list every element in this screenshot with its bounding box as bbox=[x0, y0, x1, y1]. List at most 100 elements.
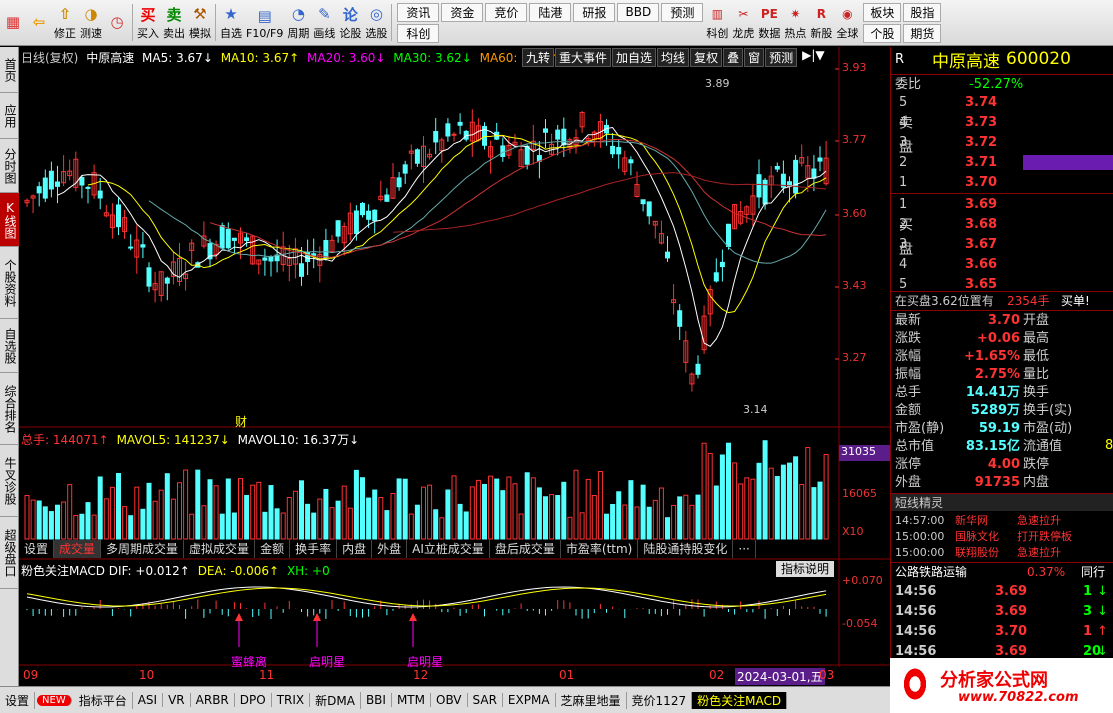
back-button[interactable]: ⇦ bbox=[26, 0, 52, 45]
subtab-12[interactable]: ··· bbox=[733, 540, 756, 558]
watchlist-button[interactable]: ★ 自选 bbox=[218, 0, 244, 45]
volume-bar bbox=[512, 483, 518, 540]
bottom-tab-12[interactable]: SAR bbox=[468, 693, 503, 707]
volume-bar bbox=[518, 513, 524, 540]
buy-level-num: 3 bbox=[899, 237, 908, 252]
select-stock-button[interactable]: ◎ 选股 bbox=[363, 0, 389, 45]
sidebar-item-2[interactable]: 分时图 bbox=[0, 139, 19, 193]
grid-button-4[interactable]: 研报 bbox=[573, 2, 616, 22]
grid-button-1[interactable]: 资金 bbox=[441, 2, 484, 22]
draw-button[interactable]: ✎ 画线 bbox=[311, 0, 337, 45]
subtab-5[interactable]: 换手率 bbox=[290, 540, 338, 558]
subtab-6[interactable]: 内盘 bbox=[337, 540, 373, 558]
bottom-tab-15[interactable]: 竞价1127 bbox=[627, 691, 693, 709]
sector-tab[interactable]: 同行 bbox=[1081, 563, 1105, 582]
price-axis-label: 3.93 bbox=[842, 61, 867, 74]
sidebar-item-6[interactable]: 综合排名 bbox=[0, 373, 19, 445]
bottom-tab-5[interactable]: ARBR bbox=[191, 693, 235, 707]
volume-bar bbox=[183, 469, 189, 540]
bottom-tab-6[interactable]: DPO bbox=[235, 693, 272, 707]
news-row[interactable]: 15:00:00 国脉文化 打开跌停板 bbox=[891, 529, 1113, 545]
indicator-help-button[interactable]: 指标说明 bbox=[776, 561, 835, 577]
grid2-button-1[interactable]: 股指 bbox=[903, 2, 942, 22]
grid-button-2[interactable]: 竞价 bbox=[485, 2, 528, 22]
volume-bar bbox=[488, 475, 494, 540]
period-button[interactable]: ◔ 周期 bbox=[285, 0, 311, 45]
volume-bar bbox=[170, 498, 176, 540]
bottom-tab-4[interactable]: VR bbox=[163, 693, 191, 707]
weibi-label: 委比 bbox=[895, 77, 922, 92]
candle-body bbox=[353, 210, 359, 234]
grid-button-7[interactable]: 科创 bbox=[397, 23, 440, 43]
sidebar-item-7[interactable]: 牛叉诊股 bbox=[0, 445, 19, 517]
bottom-tab-3[interactable]: ASI bbox=[133, 693, 164, 707]
clock-button[interactable]: ◷ bbox=[104, 0, 130, 45]
grid-button-6[interactable]: 预测 bbox=[661, 2, 704, 22]
quote-right-label: 最高 bbox=[1023, 331, 1050, 346]
buy-button[interactable]: 买买入 bbox=[135, 0, 161, 45]
subtab-10[interactable]: 市盈率(ttm) bbox=[561, 540, 639, 558]
grid2-button-2[interactable]: 个股 bbox=[863, 23, 902, 43]
bottom-tab-13[interactable]: EXPMA bbox=[503, 693, 556, 707]
subtab-2[interactable]: 多周期成交量 bbox=[101, 540, 185, 558]
volume-bar bbox=[658, 487, 664, 540]
volume-bar bbox=[311, 512, 317, 540]
subtab-9[interactable]: 盘后成交量 bbox=[490, 540, 561, 558]
volume-bar bbox=[805, 446, 811, 540]
simulate-button[interactable]: ⚒ 模拟 bbox=[187, 0, 213, 45]
subtab-3[interactable]: 虚拟成交量 bbox=[184, 540, 256, 558]
kline-chart-panel[interactable]: 日线(复权) 中原高速 MA5: 3.67↓ MA10: 3.67↑ MA20:… bbox=[19, 47, 890, 686]
menu-button[interactable]: ▦ bbox=[0, 0, 26, 45]
bottom-tab-0[interactable]: 设置 bbox=[0, 691, 36, 709]
kechuang-button[interactable]: ▥ 科创 bbox=[704, 0, 730, 45]
volume-bar bbox=[231, 512, 237, 540]
volume-bar bbox=[109, 486, 115, 540]
sidebar-item-5[interactable]: 自选股 bbox=[0, 319, 19, 373]
grid2-button-0[interactable]: 板块 bbox=[863, 2, 902, 22]
sidebar-item-8[interactable]: 超级盘口 bbox=[0, 517, 19, 589]
subtab-11[interactable]: 陆股通持股变化 bbox=[638, 540, 734, 558]
subtab-0[interactable]: 设置 bbox=[19, 540, 55, 558]
subtab-7[interactable]: 外盘 bbox=[372, 540, 408, 558]
candle-body bbox=[793, 159, 799, 194]
grid-button-0[interactable]: 资讯 bbox=[397, 2, 440, 22]
fix-button[interactable]: ⇧ 修正 bbox=[52, 0, 78, 45]
dragon-button[interactable]: ✂ 龙虎 bbox=[730, 0, 756, 45]
new-stock-button[interactable]: R 新股 bbox=[808, 0, 834, 45]
quote-label: 外盘 bbox=[895, 475, 922, 490]
bottom-tab-2[interactable]: 指标平台 bbox=[74, 691, 133, 709]
bottom-tab-7[interactable]: TRIX bbox=[272, 693, 311, 707]
grid-button-3[interactable]: 陆港 bbox=[529, 2, 572, 22]
f10-button[interactable]: ▤ F10/F9 bbox=[244, 0, 285, 45]
sell-button[interactable]: 卖卖出 bbox=[161, 0, 187, 45]
sidebar-item-1[interactable]: 应用 bbox=[0, 93, 19, 139]
subtab-4[interactable]: 金额 bbox=[255, 540, 291, 558]
news-row[interactable]: 14:57:00 新华网 急速拉升 bbox=[891, 513, 1113, 529]
data-button[interactable]: PE 数据 bbox=[756, 0, 782, 45]
sidebar-item-0[interactable]: 首页 bbox=[0, 47, 19, 93]
bottom-tab-1[interactable]: NEW bbox=[37, 694, 72, 706]
bottom-tab-16[interactable]: 粉色关注MACD bbox=[692, 691, 788, 709]
volume-bar bbox=[652, 499, 658, 540]
bottom-tab-11[interactable]: OBV bbox=[431, 693, 468, 707]
volume-bar bbox=[451, 475, 457, 540]
subtab-1[interactable]: 成交量 bbox=[54, 540, 102, 558]
grid-button-5[interactable]: BBD bbox=[617, 2, 660, 22]
news-row[interactable]: 15:00:00 联翔股份 急速拉升 bbox=[891, 545, 1113, 561]
stock-discuss-button[interactable]: 论论股 bbox=[337, 0, 363, 45]
bottom-tab-9[interactable]: BBI bbox=[361, 693, 392, 707]
hot-button[interactable]: ✷ 热点 bbox=[782, 0, 808, 45]
bottom-tab-10[interactable]: MTM bbox=[392, 693, 431, 707]
speed-button[interactable]: ◑ 测速 bbox=[78, 0, 104, 45]
sidebar-item-3[interactable]: K线图 bbox=[0, 193, 19, 247]
quote-title: R 中原高速 600020 bbox=[891, 47, 1113, 72]
grid2-button-3[interactable]: 期货 bbox=[903, 23, 942, 43]
subtab-8[interactable]: AI立桩成交量 bbox=[407, 540, 490, 558]
volume-bar bbox=[30, 499, 36, 540]
volume-bar bbox=[128, 515, 134, 540]
candle-body bbox=[817, 157, 823, 162]
bottom-tab-14[interactable]: 芝麻里地量 bbox=[556, 691, 627, 709]
sidebar-item-4[interactable]: 个股资料 bbox=[0, 247, 19, 319]
global-button[interactable]: ◉ 全球 bbox=[834, 0, 860, 45]
bottom-tab-8[interactable]: 新DMA bbox=[310, 691, 361, 709]
